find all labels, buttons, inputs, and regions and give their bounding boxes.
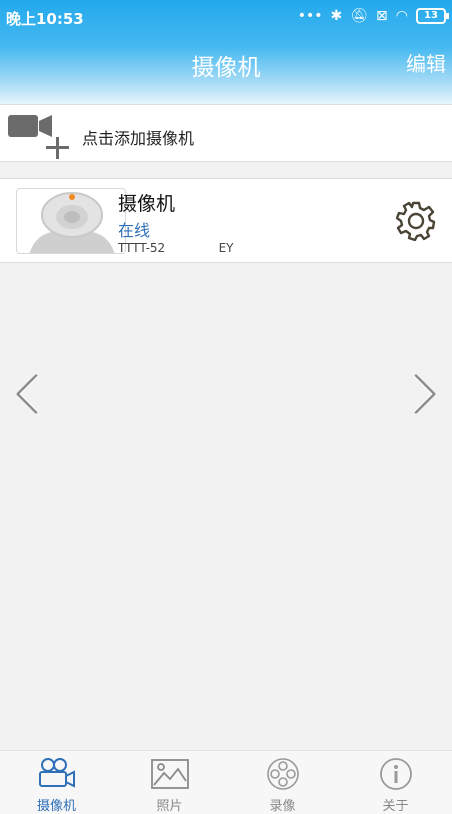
info-icon [379,758,412,790]
status-time: 晚上10:53 [6,10,84,28]
battery-icon: 13 [416,8,449,24]
tab-recordings-label: 录像 [269,799,296,814]
next-arrow-icon[interactable] [410,372,440,416]
photo-icon [150,759,189,789]
sim-icon: ⊠ [376,8,388,24]
edit-button[interactable]: 编辑 [406,48,446,77]
add-camera-row[interactable]: 点击添加摄像机 [0,104,452,162]
bottom-tab-bar: 摄像机 照片 录像 关于 [0,750,452,814]
camera-uid: TTTT-52 EY [118,241,234,255]
camera-name: 摄像机 [118,193,176,215]
camera-list-item[interactable]: 摄像机 在线 TTTT-52 EY [0,178,452,263]
tab-recordings[interactable]: 录像 [226,751,339,814]
tab-camera-label: 摄像机 [36,799,76,814]
tab-about[interactable]: 关于 [339,751,452,814]
film-reel-icon [266,758,299,790]
add-camera-label: 点击添加摄像机 [82,129,195,148]
signal-dots-icon: ••• [297,8,323,24]
bluetooth-icon: ✱ [330,8,343,24]
tab-camera[interactable]: 摄像机 [0,751,113,814]
tab-photos-label: 照片 [156,799,183,814]
camera-status: 在线 [118,221,151,240]
app-header: 晚上10:53 ••• ✱ 🔕︎ ⊠ ◠ 13 摄像机 编辑 [0,0,452,104]
page-title: 摄像机 [191,55,261,81]
add-camera-icon [8,115,69,159]
camera-icon [38,758,75,788]
mute-bell-icon: 🔕︎ [350,8,369,24]
webcam-icon [29,192,115,253]
tab-about-label: 关于 [382,799,409,814]
tab-photos[interactable]: 照片 [113,751,226,814]
wifi-icon: ◠ [395,8,408,24]
camera-thumbnail [16,188,126,254]
status-icons: ••• ✱ 🔕︎ ⊠ ◠ 13 [297,8,449,24]
previous-arrow-icon[interactable] [12,372,42,416]
status-bar: 晚上10:53 ••• ✱ 🔕︎ ⊠ ◠ 13 [0,0,452,36]
settings-gear-icon[interactable] [396,201,436,241]
